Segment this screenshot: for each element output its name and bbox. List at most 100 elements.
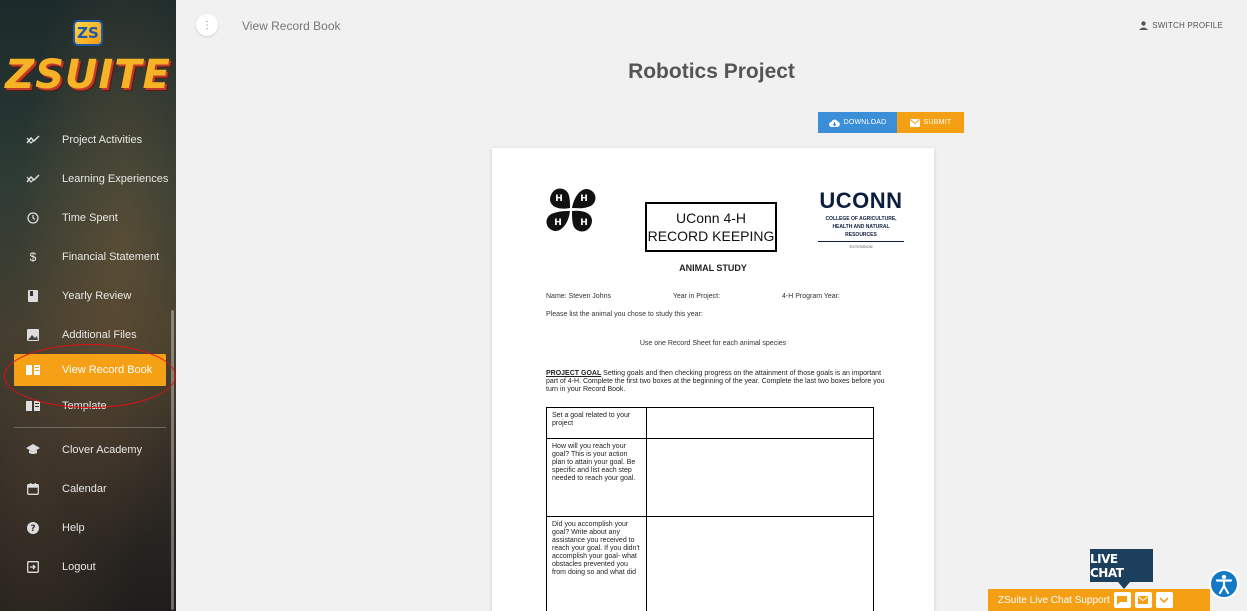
uconn-logo: UCONN COLLEGE OF AGRICULTURE, HEALTH AND… bbox=[818, 188, 904, 249]
switch-profile-button[interactable]: SWITCH PROFILE bbox=[1139, 21, 1223, 30]
goal-table: Set a goal related to your project How w… bbox=[546, 407, 874, 611]
logo[interactable]: ZS ZSUITE bbox=[0, 0, 176, 118]
logo-badge: ZS bbox=[73, 20, 103, 46]
accessibility-button[interactable] bbox=[1209, 569, 1239, 599]
live-chat-label: ZSuite Live Chat Support bbox=[998, 594, 1110, 606]
switch-profile-label: SWITCH PROFILE bbox=[1152, 21, 1223, 30]
sidebar-item-additional-files[interactable]: Additional Files bbox=[0, 315, 176, 354]
submit-button[interactable]: SUBMIT bbox=[897, 112, 964, 133]
table-cell-label: Did you accomplish your goal? Write abou… bbox=[546, 516, 647, 611]
record-sheet-note: Use one Record Sheet for each animal spe… bbox=[639, 340, 787, 347]
dollar-icon: $ bbox=[29, 249, 37, 264]
cloud-download-icon bbox=[828, 119, 840, 127]
breadcrumb: View Record Book bbox=[242, 19, 341, 33]
document-heading: ANIMAL STUDY bbox=[679, 263, 747, 273]
table-cell-answer bbox=[646, 516, 874, 611]
sidebar-item-label: Clover Academy bbox=[62, 443, 143, 456]
sidebar: ZS ZSUITE Project Activities Learning Ex… bbox=[0, 0, 176, 611]
sidebar-item-project-activities[interactable]: Project Activities bbox=[0, 120, 176, 159]
record-keeping-title: UConn 4-H RECORD KEEPING bbox=[645, 202, 777, 252]
sidebar-item-label: Calendar bbox=[62, 482, 107, 495]
email-icon bbox=[909, 118, 920, 127]
svg-text:H: H bbox=[555, 194, 563, 204]
sidebar-nav: Project Activities Learning Experiences … bbox=[0, 120, 176, 586]
live-chat-bar[interactable]: ZSuite Live Chat Support bbox=[988, 589, 1210, 611]
animal-prompt: Please list the animal you chose to stud… bbox=[546, 311, 703, 318]
live-chat-badge[interactable]: LIVE CHAT bbox=[1090, 549, 1153, 589]
table-row: How will you reach your goal? This is yo… bbox=[546, 438, 874, 517]
uconn-divider bbox=[818, 241, 904, 242]
accessibility-icon bbox=[1215, 574, 1233, 594]
uconn-title: UCONN bbox=[819, 188, 903, 213]
table-cell-answer bbox=[646, 438, 874, 517]
project-goal-label: PROJECT GOAL bbox=[546, 370, 602, 377]
record-book-icon bbox=[26, 363, 40, 377]
record-book-preview[interactable]: H H H H UConn 4-H RECORD KEEPING UCONN COLL… bbox=[492, 148, 934, 611]
program-year-field: 4-H Program Year: bbox=[781, 293, 840, 300]
sidebar-item-label: Time Spent bbox=[62, 211, 118, 224]
page-title: Robotics Project bbox=[628, 60, 795, 83]
help-icon: ? bbox=[26, 521, 40, 535]
chat-bubble-icon[interactable] bbox=[1113, 592, 1131, 608]
sidebar-item-label: Project Activities bbox=[62, 133, 143, 146]
record-keeping-line2: RECORD KEEPING bbox=[647, 228, 775, 244]
sidebar-item-time-spent[interactable]: Time Spent bbox=[0, 198, 176, 237]
submit-label: SUBMIT bbox=[923, 119, 952, 126]
table-row: Set a goal related to your project bbox=[546, 407, 874, 439]
record-keeping-line1: UConn 4-H bbox=[675, 210, 747, 226]
sidebar-item-yearly-review[interactable]: Yearly Review bbox=[0, 276, 176, 315]
top-bar: ⋮ View Record Book SWITCH PROFILE bbox=[176, 0, 1247, 52]
image-icon bbox=[26, 328, 40, 342]
logout-icon bbox=[26, 560, 40, 574]
email-icon[interactable] bbox=[1134, 592, 1152, 608]
logo-text: ZSUITE bbox=[5, 52, 171, 98]
svg-text:H: H bbox=[580, 194, 588, 204]
sidebar-item-view-record-book[interactable]: View Record Book bbox=[14, 354, 166, 386]
school-icon bbox=[26, 443, 40, 457]
project-goal-paragraph: PROJECT GOAL Setting goals and then chec… bbox=[546, 370, 886, 394]
action-buttons: DOWNLOAD SUBMIT bbox=[818, 112, 964, 133]
name-field: Name: Steven Johns bbox=[546, 293, 611, 300]
uconn-extension: EXTENSION bbox=[849, 244, 873, 249]
table-cell-label: Set a goal related to your project bbox=[546, 407, 647, 439]
trending-icon bbox=[26, 172, 40, 186]
download-label: DOWNLOAD bbox=[843, 119, 887, 126]
sidebar-scrollbar[interactable] bbox=[171, 310, 174, 610]
calendar-icon bbox=[26, 482, 40, 496]
more-menu-button[interactable]: ⋮ bbox=[196, 14, 218, 36]
person-icon bbox=[1139, 21, 1149, 30]
sidebar-divider bbox=[14, 427, 166, 428]
sidebar-item-logout[interactable]: Logout bbox=[0, 547, 176, 586]
svg-text:?: ? bbox=[30, 524, 35, 534]
book-icon bbox=[26, 289, 40, 303]
sidebar-item-label: Help bbox=[62, 521, 85, 534]
sidebar-item-template[interactable]: Template bbox=[0, 386, 176, 425]
sidebar-item-calendar[interactable]: Calendar bbox=[0, 469, 176, 508]
info-fields: Name: Steven Johns Year in Project: 4-H … bbox=[546, 293, 900, 300]
chevron-down-icon[interactable] bbox=[1155, 592, 1173, 608]
year-in-project-field: Year in Project: bbox=[672, 293, 721, 300]
sidebar-item-label: Yearly Review bbox=[62, 289, 132, 302]
sidebar-item-label: Learning Experiences bbox=[62, 172, 169, 185]
table-cell-label: How will you reach your goal? This is yo… bbox=[546, 438, 647, 517]
more-vert-icon: ⋮ bbox=[202, 19, 212, 31]
table-cell-answer bbox=[646, 407, 874, 439]
sidebar-item-label: Template bbox=[62, 399, 107, 412]
svg-text:H: H bbox=[554, 218, 562, 228]
sidebar-item-clover-academy[interactable]: Clover Academy bbox=[0, 430, 176, 469]
sidebar-item-label: Financial Statement bbox=[62, 250, 160, 263]
sidebar-item-help[interactable]: ? Help bbox=[0, 508, 176, 547]
trending-icon bbox=[26, 133, 40, 147]
sidebar-item-label: Additional Files bbox=[62, 328, 137, 341]
uconn-college-line3: RESOURCES bbox=[845, 232, 877, 238]
uconn-college-line2: HEALTH AND NATURAL bbox=[832, 224, 890, 230]
sidebar-item-financial-statement[interactable]: $ Financial Statement bbox=[0, 237, 176, 276]
sidebar-item-label: Logout bbox=[62, 560, 96, 573]
download-button[interactable]: DOWNLOAD bbox=[818, 112, 897, 133]
4h-clover-logo: H H H H bbox=[546, 188, 596, 232]
svg-text:H: H bbox=[580, 218, 588, 228]
sidebar-item-learning-experiences[interactable]: Learning Experiences bbox=[0, 159, 176, 198]
uconn-college-line1: COLLEGE OF AGRICULTURE, bbox=[825, 216, 897, 222]
sidebar-item-label: View Record Book bbox=[62, 364, 153, 376]
clock-icon bbox=[26, 211, 40, 225]
